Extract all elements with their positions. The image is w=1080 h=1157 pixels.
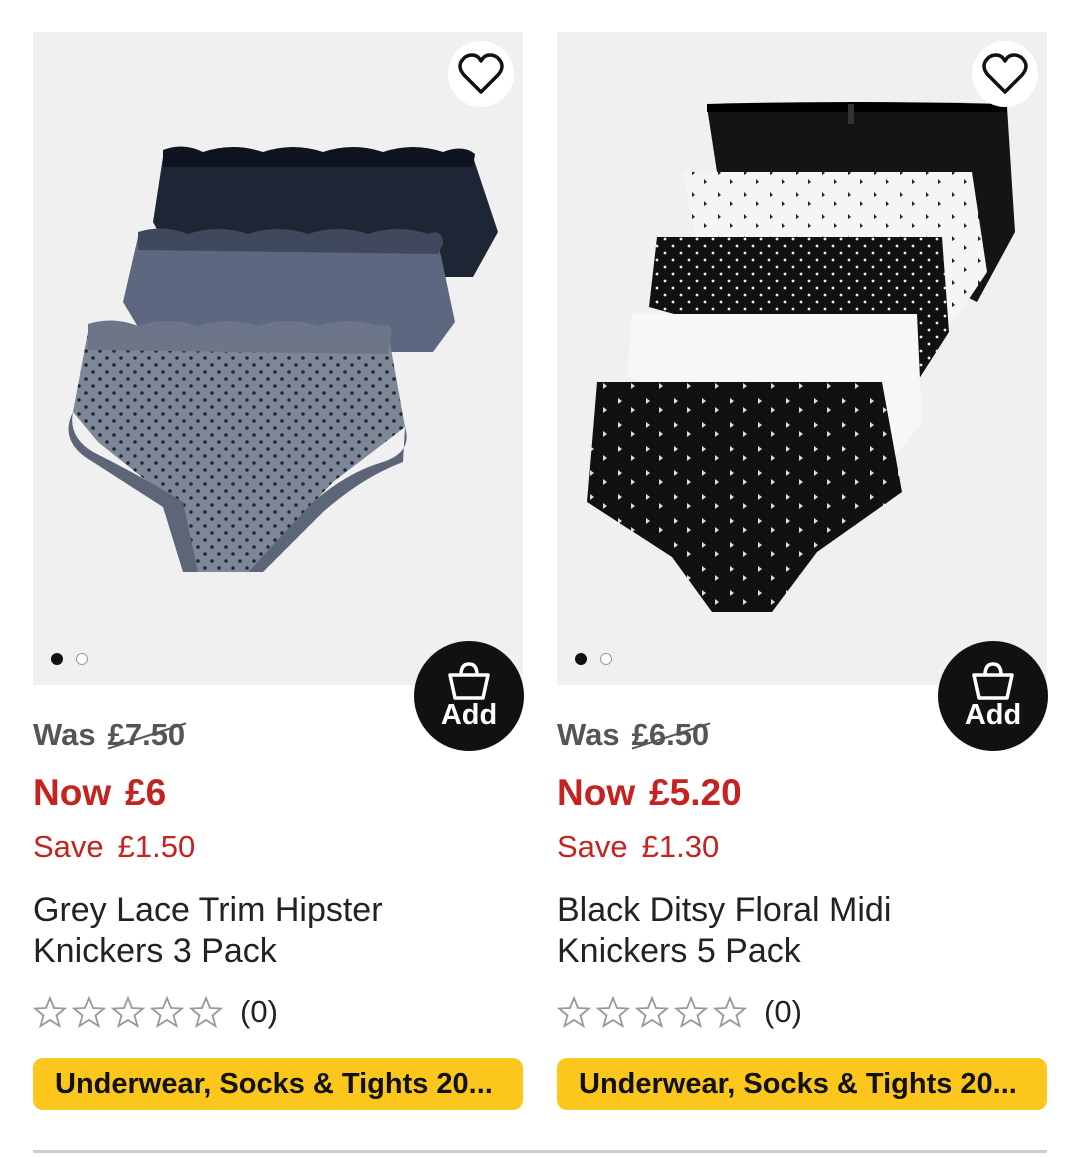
carousel-dot[interactable] xyxy=(600,653,612,665)
basket-icon xyxy=(972,661,1014,700)
heart-icon xyxy=(982,53,1028,94)
product-title-line: Knickers 5 Pack xyxy=(557,932,801,970)
product-photo xyxy=(68,146,498,572)
current-price: £6 xyxy=(125,772,167,813)
saving: Save £1.50 xyxy=(33,828,523,866)
wishlist-heart-button[interactable] xyxy=(448,41,514,107)
old-price: £7.50 xyxy=(108,715,186,755)
rating[interactable]: (0) xyxy=(33,992,523,1032)
now-price: Now £6 xyxy=(33,771,523,815)
current-price: £5.20 xyxy=(649,772,742,813)
now-label: Now xyxy=(33,772,112,813)
add-label: Add xyxy=(440,698,498,731)
promo-badge[interactable]: Underwear, Socks & Tights 20... xyxy=(33,1058,523,1110)
save-label: Save xyxy=(33,829,104,864)
basket-icon xyxy=(448,661,490,700)
add-to-basket-button[interactable]: Add xyxy=(938,641,1048,751)
carousel-dot[interactable] xyxy=(51,653,63,665)
star-outline-icon xyxy=(557,996,591,1028)
star-outline-icon xyxy=(596,996,630,1028)
save-label: Save xyxy=(557,829,628,864)
product-card[interactable]: Add Was £7.50 Now £6 Save £1.50 Grey Lace T… xyxy=(33,32,524,1110)
old-price: £6.50 xyxy=(632,715,710,755)
product-title[interactable]: Grey Lace Trim Hipster Knickers 3 Pack xyxy=(33,890,503,972)
star-outline-icon xyxy=(189,996,223,1028)
was-label: Was xyxy=(557,717,620,752)
saving: Save £1.30 xyxy=(557,828,1047,866)
product-title[interactable]: Black Ditsy Floral Midi Knickers 5 Pack xyxy=(557,890,1027,972)
star-outline-icon xyxy=(72,996,106,1028)
star-rating xyxy=(557,996,747,1028)
add-to-basket-button[interactable]: Add xyxy=(414,641,524,751)
review-count: (0) xyxy=(240,994,278,1029)
divider xyxy=(33,1150,1047,1153)
heart-icon xyxy=(458,53,504,94)
star-outline-icon xyxy=(635,996,669,1028)
star-outline-icon xyxy=(674,996,708,1028)
add-label: Add xyxy=(964,698,1022,731)
star-outline-icon xyxy=(33,996,67,1028)
star-outline-icon xyxy=(150,996,184,1028)
product-title-line: Grey Lace Trim Hipster xyxy=(33,891,383,929)
product-title-line: Black Ditsy Floral Midi xyxy=(557,891,892,929)
wishlist-heart-button[interactable] xyxy=(972,41,1038,107)
now-label: Now xyxy=(557,772,636,813)
star-outline-icon xyxy=(713,996,747,1028)
star-rating xyxy=(33,996,223,1028)
carousel-dot[interactable] xyxy=(76,653,88,665)
save-amount: £1.30 xyxy=(641,829,720,864)
now-price: Now £5.20 xyxy=(557,771,1047,815)
carousel-indicator xyxy=(51,653,88,665)
review-count: (0) xyxy=(764,994,802,1029)
promo-badge[interactable]: Underwear, Socks & Tights 20... xyxy=(557,1058,1047,1110)
save-amount: £1.50 xyxy=(117,829,196,864)
was-label: Was xyxy=(33,717,96,752)
product-image[interactable] xyxy=(33,32,523,685)
product-title-line: Knickers 3 Pack xyxy=(33,932,277,970)
star-outline-icon xyxy=(111,996,145,1028)
carousel-dot[interactable] xyxy=(575,653,587,665)
rating[interactable]: (0) xyxy=(557,992,1047,1032)
carousel-indicator xyxy=(575,653,612,665)
product-image[interactable] xyxy=(557,32,1047,685)
product-photo xyxy=(587,102,1015,612)
product-card[interactable]: Add Was £6.50 Now £5.20 Save £1.30 Black Di… xyxy=(557,32,1048,1110)
